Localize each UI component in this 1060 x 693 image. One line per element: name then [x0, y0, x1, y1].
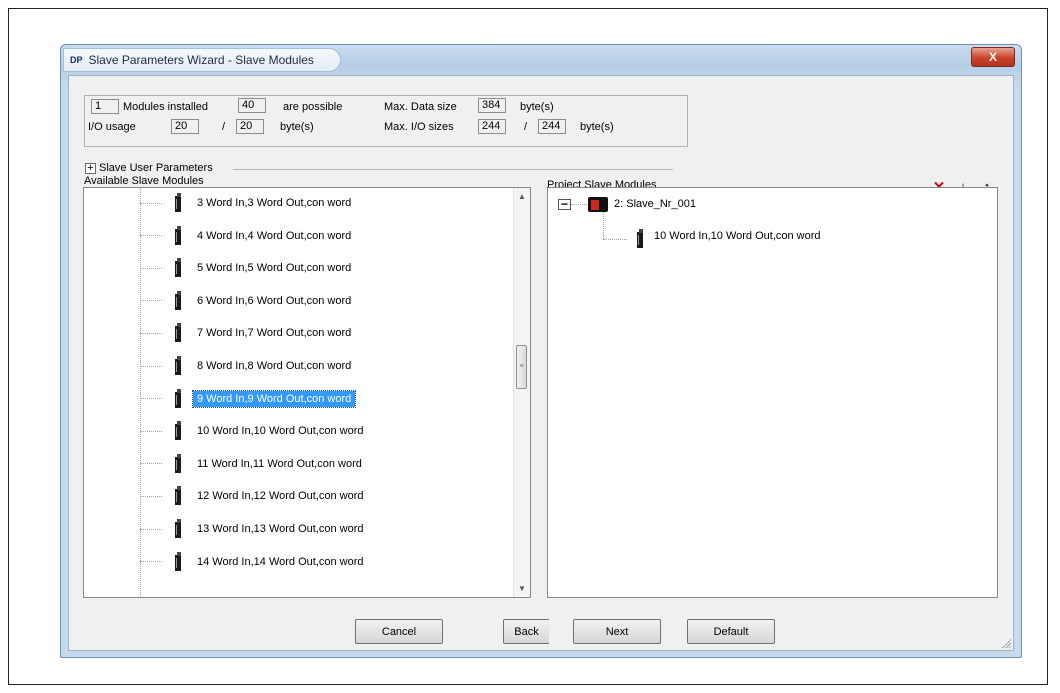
list-item[interactable]: 14 Word In,14 Word Out,con word [140, 550, 368, 574]
max-io-sizes-label: Max. I/O sizes [384, 121, 454, 133]
scroll-down-arrow-icon[interactable]: ▼ [514, 580, 530, 597]
module-icon [175, 290, 181, 310]
tree-connector-line [571, 204, 587, 205]
module-icon [175, 421, 181, 441]
scroll-up-arrow-icon[interactable]: ▲ [514, 188, 530, 205]
app-icon: DP [70, 55, 83, 65]
project-module-item[interactable]: 10 Word In,10 Word Out,con word [654, 230, 821, 242]
list-item-label: 12 Word In,12 Word Out,con word [197, 490, 364, 503]
list-item-label: 4 Word In,4 Word Out,con word [197, 229, 352, 242]
slave-device-icon [588, 197, 608, 212]
list-item[interactable]: 8 Word In,8 Word Out,con word [140, 354, 355, 378]
list-item-label: 11 Word In,11 Word Out,con word [197, 457, 362, 470]
list-item-label: 3 Word In,3 Word Out,con word [197, 197, 352, 209]
project-slave-name[interactable]: 2: Slave_Nr_001 [614, 198, 696, 210]
possible-label: are possible [283, 101, 343, 113]
list-item-label: 8 Word In,8 Word Out,con word [197, 360, 352, 372]
close-button[interactable]: X [971, 47, 1015, 67]
title-bar: DP Slave Parameters Wizard - Slave Modul… [61, 45, 1021, 75]
tree-connector-line [140, 202, 162, 204]
module-info-group: 1 Modules installed 40 are possible Max.… [84, 95, 688, 147]
next-button[interactable]: Next [573, 619, 661, 644]
list-item-label: 13 Word In,13 Word Out,con word [197, 523, 364, 535]
tree-connector-line [140, 528, 162, 530]
slave-user-parameters-toggle[interactable]: + [85, 163, 96, 174]
list-item[interactable]: 6 Word In,6 Word Out,con word [140, 289, 355, 313]
list-item-label: 6 Word In,6 Word Out,con word [197, 294, 352, 307]
collapse-icon[interactable]: − [558, 198, 571, 210]
project-modules-list[interactable]: − 2: Slave_Nr_001 10 Word In,10 Word Out… [547, 187, 998, 598]
slave-user-parameters-label: Slave User Parameters [99, 162, 213, 174]
module-icon [175, 519, 181, 538]
list-item-label: 7 Word In,7 Word Out,con word [197, 327, 352, 340]
list-item-label: 9 Word In,9 Word Out,con word [191, 389, 357, 408]
max-data-size-label: Max. Data size [384, 101, 457, 113]
module-icon [175, 258, 181, 278]
list-item[interactable]: 9 Word In,9 Word Out,con word [140, 387, 357, 411]
list-item[interactable]: 5 Word In,5 Word Out,con word [140, 256, 355, 280]
modules-installed-label: Modules installed [123, 101, 208, 113]
max-data-size-unit: byte(s) [520, 101, 554, 113]
list-item-label: 14 Word In,14 Word Out,con word [197, 555, 364, 568]
max-data-size-value: 384 [478, 98, 506, 113]
module-icon [175, 323, 181, 343]
wizard-window: DP Slave Parameters Wizard - Slave Modul… [60, 44, 1022, 658]
list-item[interactable]: 10 Word In,10 Word Out,con word [140, 419, 368, 443]
tree-connector-line [140, 398, 162, 400]
resize-grip-icon[interactable] [1001, 638, 1011, 648]
default-button[interactable]: Default [687, 619, 775, 644]
list-item[interactable]: 12 Word In,12 Word Out,con word [140, 484, 368, 508]
list-item[interactable]: 7 Word In,7 Word Out,con word [140, 321, 355, 345]
list-item[interactable]: 3 Word In,3 Word Out,con word [140, 191, 355, 215]
io-usage-label: I/O usage [88, 121, 136, 133]
module-icon [175, 453, 181, 473]
module-icon [175, 486, 181, 506]
tree-connector-line [140, 430, 162, 432]
modules-installed-value: 1 [91, 99, 119, 114]
tree-connector-line [140, 267, 162, 269]
list-item[interactable]: 11 Word In,11 Word Out,con word [140, 452, 366, 476]
available-modules-list[interactable]: 3 Word In,3 Word Out,con word 4 Word In,4… [83, 187, 531, 598]
max-io-unit: byte(s) [580, 121, 614, 133]
tree-connector-line [603, 212, 604, 239]
dialog-client: 1 Modules installed 40 are possible Max.… [68, 75, 1014, 651]
module-icon [637, 229, 643, 248]
io-usage-unit: byte(s) [280, 121, 314, 133]
module-icon [175, 551, 181, 571]
available-modules-label: Available Slave Modules [84, 175, 204, 187]
list-item-label: 5 Word In,5 Word Out,con word [197, 262, 352, 275]
tree-connector-line [140, 365, 162, 367]
window-title: Slave Parameters Wizard - Slave Modules [88, 53, 314, 67]
tree-connector-line [140, 561, 162, 563]
close-icon: X [988, 50, 997, 64]
max-io-in-value: 244 [478, 119, 506, 134]
vertical-scrollbar[interactable]: ▲ ≡ ▼ [513, 188, 530, 597]
tree-connector-line [140, 332, 162, 334]
tree-connector-line [140, 495, 162, 497]
tree-connector-line [603, 239, 627, 240]
module-icon [175, 388, 181, 408]
list-item-label: 10 Word In,10 Word Out,con word [197, 425, 364, 438]
io-usage-separator: / [222, 121, 226, 133]
tree-connector-line [140, 463, 162, 465]
tree-connector-line [140, 235, 162, 237]
tree-connector-line [140, 300, 162, 302]
max-io-separator: / [524, 121, 528, 133]
possible-value: 40 [238, 98, 266, 113]
cancel-button[interactable]: Cancel [355, 619, 443, 644]
scrollbar-thumb[interactable]: ≡ [516, 344, 527, 389]
module-icon [175, 225, 181, 245]
back-button[interactable]: Back [503, 619, 549, 644]
io-usage-total: 20 [236, 119, 264, 134]
module-icon [175, 356, 181, 375]
list-item[interactable]: 13 Word In,13 Word Out,con word [140, 517, 368, 541]
max-io-out-value: 244 [538, 119, 566, 134]
slave-user-parameters-divider [233, 169, 673, 170]
list-item[interactable]: 4 Word In,4 Word Out,con word [140, 224, 355, 248]
io-usage-value: 20 [171, 119, 199, 134]
title-tab: DP Slave Parameters Wizard - Slave Modul… [63, 48, 341, 72]
module-icon [175, 193, 181, 212]
